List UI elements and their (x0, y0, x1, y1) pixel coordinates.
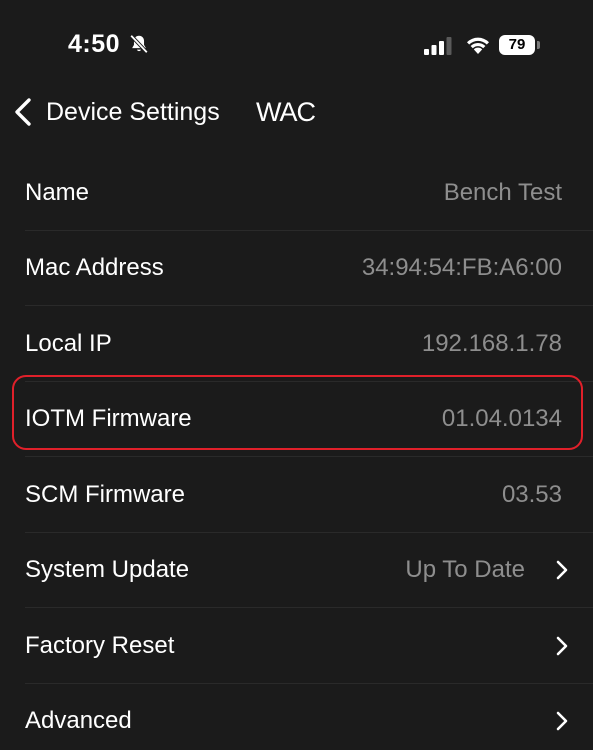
settings-row-local-ip: Local IP 192.168.1.78 (0, 306, 593, 382)
row-value: 34:94:54:FB:A6:00 (361, 254, 562, 282)
settings-row-scm-firmware: SCM Firmware 03.53 (0, 457, 593, 533)
battery-icon: 79 (499, 35, 535, 55)
status-bar: 4:50 79 (0, 0, 593, 90)
chevron-left-icon (15, 98, 31, 126)
row-label: System Update (25, 556, 190, 584)
nav-bar: Device Settings WAC (0, 90, 593, 140)
back-button[interactable]: Device Settings (12, 96, 220, 128)
row-value: 03.53 (501, 480, 562, 508)
row-label: Name (25, 178, 90, 206)
row-label: Factory Reset (25, 631, 175, 659)
settings-row-system-update[interactable]: System Update Up To Date (0, 533, 593, 608)
svg-text:WAC: WAC (256, 97, 315, 127)
chevron-right-icon (556, 711, 568, 731)
chevron-right-icon (556, 560, 568, 580)
cellular-signal-icon (424, 37, 452, 55)
chevron-right-icon (556, 636, 568, 656)
settings-list: Name Bench Test Mac Address 34:94:54:FB:… (0, 155, 593, 750)
row-label: IOTM Firmware (25, 405, 192, 433)
row-value: 01.04.0134 (441, 405, 562, 433)
battery-cap (537, 41, 540, 49)
settings-row-iotm-firmware: IOTM Firmware 01.04.0134 (0, 382, 593, 457)
settings-row-mac-address: Mac Address 34:94:54:FB:A6:00 (0, 231, 593, 306)
settings-row-factory-reset[interactable]: Factory Reset (0, 608, 593, 684)
wac-logo: WAC (256, 97, 316, 127)
status-time: 4:50 (68, 30, 121, 58)
bell-slash-icon (129, 34, 149, 54)
row-label: Local IP (25, 329, 112, 357)
row-label: Mac Address (25, 254, 164, 282)
settings-row-name: Name Bench Test (0, 155, 593, 231)
wifi-icon (467, 37, 489, 54)
row-label: SCM Firmware (25, 480, 185, 508)
row-value: Bench Test (443, 178, 562, 206)
row-label: Advanced (25, 707, 132, 735)
device-settings-screen: 4:50 79 Device Settings WAC Name Bench T… (0, 0, 593, 750)
row-value: Up To Date (405, 556, 525, 584)
settings-row-advanced[interactable]: Advanced (0, 684, 593, 750)
back-label: Device Settings (46, 97, 220, 126)
row-value: 192.168.1.78 (421, 329, 562, 357)
